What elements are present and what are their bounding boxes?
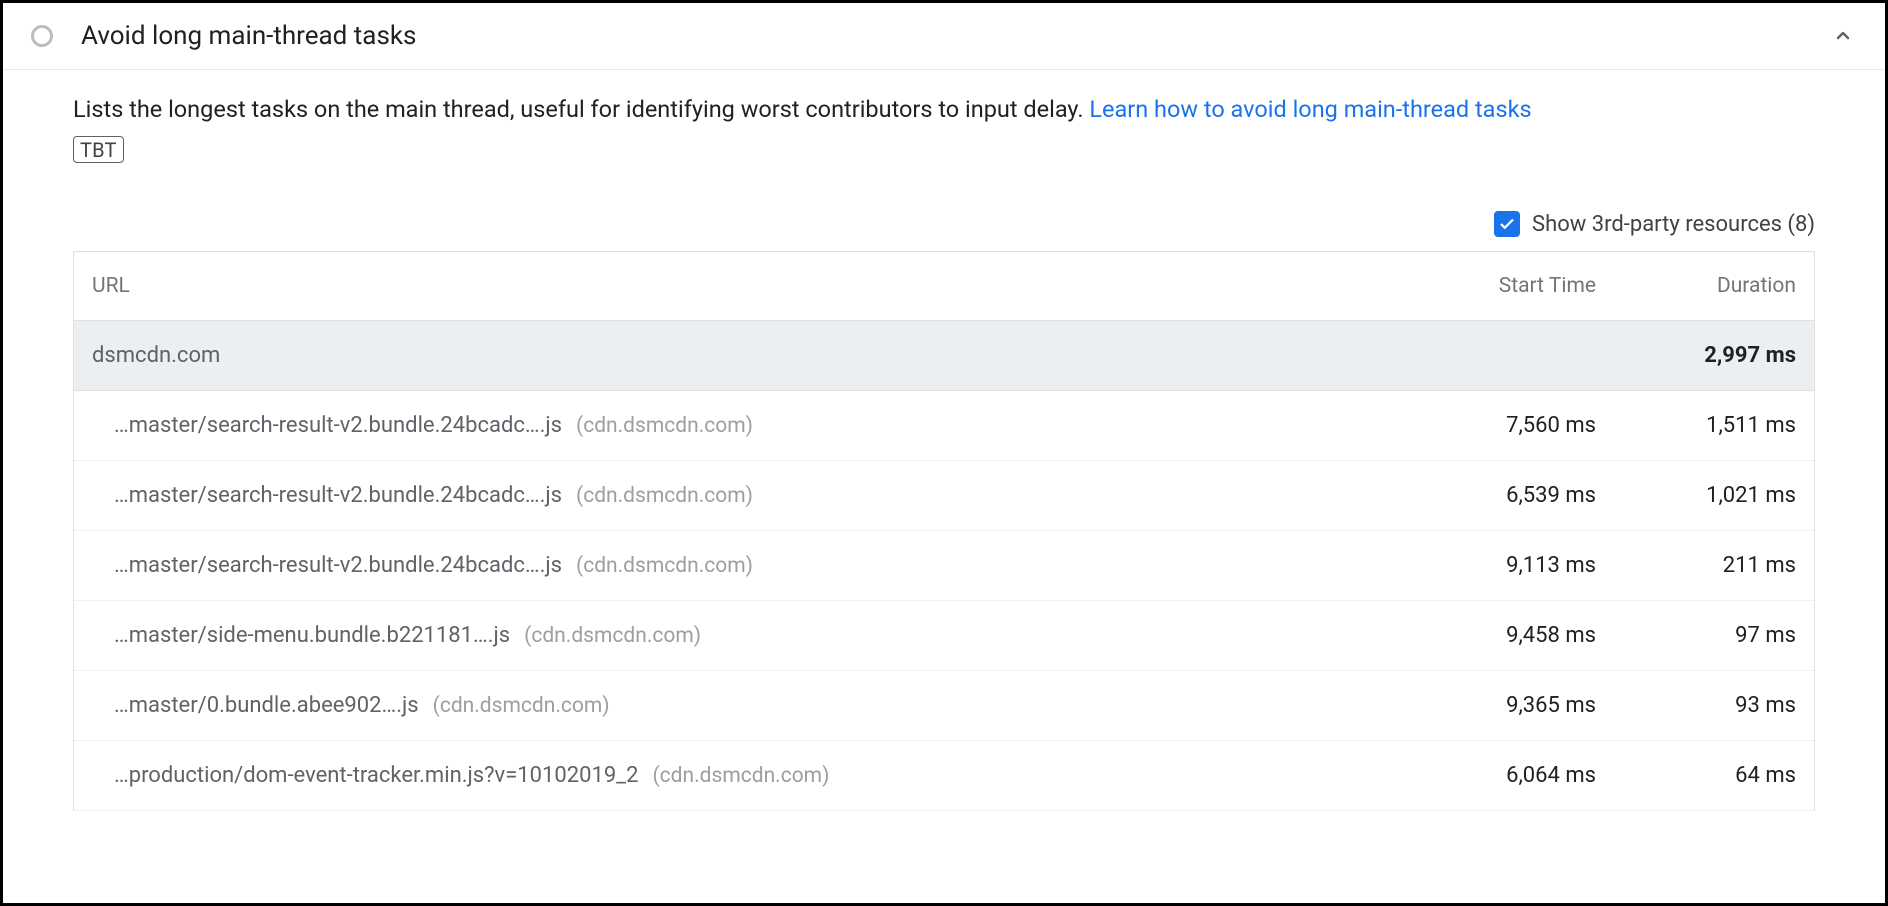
table-row[interactable]: …master/search-result-v2.bundle.24bcadc…… xyxy=(74,531,1814,601)
audit-body: Lists the longest tasks on the main thre… xyxy=(3,70,1885,811)
start-time: 6,539 ms xyxy=(1416,483,1596,508)
third-party-toggle-row: Show 3rd-party resources (8) xyxy=(73,163,1815,251)
group-host: dsmcdn.com xyxy=(92,343,1416,368)
url-host: (cdn.dsmcdn.com) xyxy=(652,764,829,788)
start-time: 9,365 ms xyxy=(1416,693,1596,718)
duration: 1,511 ms xyxy=(1596,413,1796,438)
url-path: …master/0.bundle.abee902….js xyxy=(114,693,419,718)
check-icon xyxy=(1498,215,1516,233)
url-path: …master/side-menu.bundle.b221181….js xyxy=(114,623,510,648)
start-time: 9,458 ms xyxy=(1416,623,1596,648)
url-path: …master/search-result-v2.bundle.24bcadc…… xyxy=(114,483,562,508)
tbt-badge: TBT xyxy=(73,136,124,163)
url-path: …master/search-result-v2.bundle.24bcadc…… xyxy=(114,413,562,438)
col-start-time: Start Time xyxy=(1416,274,1596,298)
audit-description-text: Lists the longest tasks on the main thre… xyxy=(73,95,1089,123)
audit-header[interactable]: Avoid long main-thread tasks xyxy=(3,3,1885,70)
start-time: 9,113 ms xyxy=(1416,553,1596,578)
url-cell: …master/search-result-v2.bundle.24bcadc…… xyxy=(114,483,1416,508)
start-time: 7,560 ms xyxy=(1416,413,1596,438)
url-path: …production/dom-event-tracker.min.js?v=1… xyxy=(114,763,638,788)
group-total: 2,997 ms xyxy=(1596,343,1796,368)
url-host: (cdn.dsmcdn.com) xyxy=(433,694,610,718)
status-indicator-icon xyxy=(31,25,53,47)
duration: 211 ms xyxy=(1596,553,1796,578)
duration: 93 ms xyxy=(1596,693,1796,718)
url-cell: …master/0.bundle.abee902….js (cdn.dsmcdn.… xyxy=(114,693,1416,718)
chevron-up-icon[interactable] xyxy=(1829,22,1857,50)
url-host: (cdn.dsmcdn.com) xyxy=(576,414,753,438)
audit: Avoid long main-thread tasks Lists the l… xyxy=(3,3,1885,811)
url-host: (cdn.dsmcdn.com) xyxy=(576,554,753,578)
table-row[interactable]: …master/0.bundle.abee902….js (cdn.dsmcdn.… xyxy=(74,671,1814,741)
table-body: …master/search-result-v2.bundle.24bcadc…… xyxy=(74,391,1814,811)
tasks-table: URL Start Time Duration dsmcdn.com 2,997… xyxy=(73,251,1815,811)
url-host: (cdn.dsmcdn.com) xyxy=(524,624,701,648)
learn-more-link[interactable]: Learn how to avoid long main-thread task… xyxy=(1089,95,1531,123)
duration: 1,021 ms xyxy=(1596,483,1796,508)
audit-description: Lists the longest tasks on the main thre… xyxy=(73,92,1815,126)
col-url: URL xyxy=(92,274,1416,298)
duration: 64 ms xyxy=(1596,763,1796,788)
url-path: …master/search-result-v2.bundle.24bcadc…… xyxy=(114,553,562,578)
url-host: (cdn.dsmcdn.com) xyxy=(576,484,753,508)
table-group-row[interactable]: dsmcdn.com 2,997 ms xyxy=(74,321,1814,391)
audit-panel: Avoid long main-thread tasks Lists the l… xyxy=(0,0,1888,906)
duration: 97 ms xyxy=(1596,623,1796,648)
url-cell: …master/search-result-v2.bundle.24bcadc…… xyxy=(114,553,1416,578)
table-row[interactable]: …production/dom-event-tracker.min.js?v=1… xyxy=(74,741,1814,811)
audit-title: Avoid long main-thread tasks xyxy=(81,21,1829,51)
table-header: URL Start Time Duration xyxy=(74,252,1814,321)
col-duration: Duration xyxy=(1596,274,1796,298)
url-cell: …master/search-result-v2.bundle.24bcadc…… xyxy=(114,413,1416,438)
third-party-checkbox[interactable] xyxy=(1494,211,1520,237)
third-party-label: Show 3rd-party resources (8) xyxy=(1532,212,1815,237)
table-row[interactable]: …master/search-result-v2.bundle.24bcadc…… xyxy=(74,391,1814,461)
table-row[interactable]: …master/search-result-v2.bundle.24bcadc…… xyxy=(74,461,1814,531)
table-row[interactable]: …master/side-menu.bundle.b221181….js (cdn… xyxy=(74,601,1814,671)
url-cell: …master/side-menu.bundle.b221181….js (cdn… xyxy=(114,623,1416,648)
url-cell: …production/dom-event-tracker.min.js?v=1… xyxy=(114,763,1416,788)
start-time: 6,064 ms xyxy=(1416,763,1596,788)
